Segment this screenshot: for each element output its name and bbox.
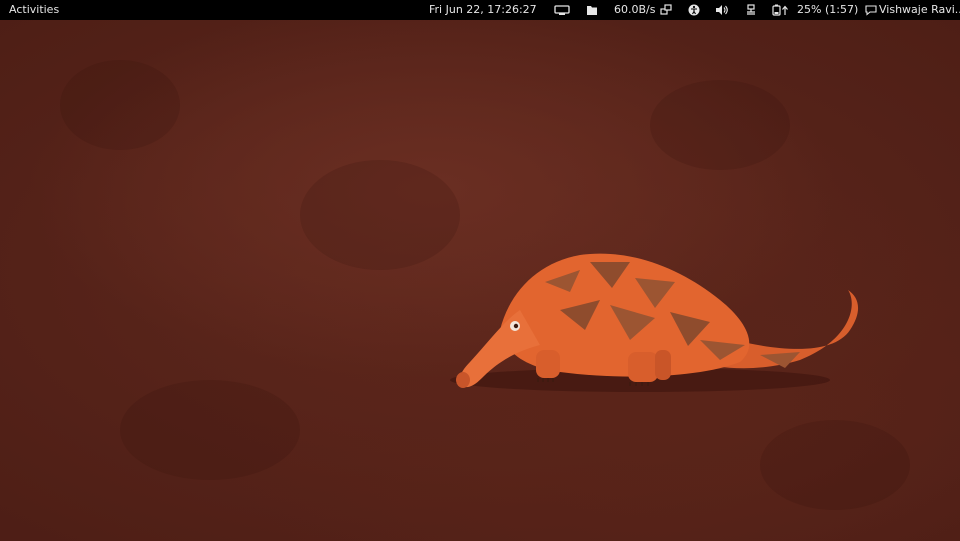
network-speed-label[interactable]: 60.0B/s <box>614 0 655 20</box>
top-panel: Activities Fri Jun 22, 17:26:27 60.0B/s … <box>0 0 960 20</box>
battery-status[interactable]: 25% (1:57) <box>797 0 858 20</box>
wallpaper-mascot <box>450 253 859 392</box>
user-menu[interactable]: Vishwaje Ravi... <box>879 0 960 20</box>
volume-icon[interactable] <box>715 0 729 20</box>
battery-icon[interactable] <box>772 0 790 20</box>
files-icon[interactable] <box>586 0 598 20</box>
network-activity-icon[interactable] <box>660 0 672 20</box>
accessibility-icon[interactable] <box>688 0 700 20</box>
display-icon[interactable] <box>554 0 570 20</box>
wired-network-icon[interactable] <box>745 0 757 20</box>
clock-menu[interactable]: Fri Jun 22, 17:26:27 <box>429 0 537 20</box>
chat-status-icon[interactable] <box>865 0 877 20</box>
activities-button[interactable]: Activities <box>9 0 59 20</box>
desktop[interactable]: Activities Fri Jun 22, 17:26:27 60.0B/s … <box>0 0 960 541</box>
